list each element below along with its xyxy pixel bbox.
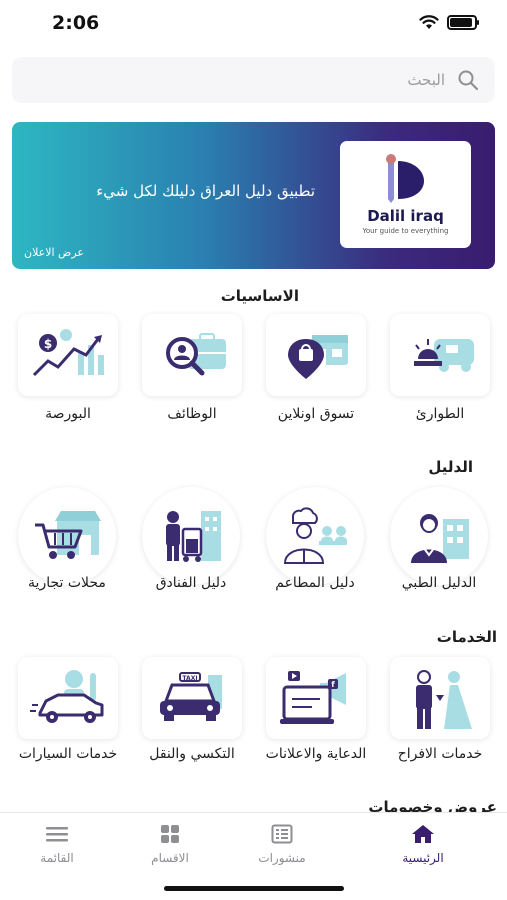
chef-icon (283, 507, 347, 564)
medical-guide-tile[interactable] (390, 487, 488, 585)
home-indicator (164, 886, 344, 891)
emergency-icon (414, 339, 474, 372)
promo-banner[interactable]: تطبيق دليل العراق دليلك لكل شيء عرض الاع… (12, 122, 495, 269)
status-time: 2:06 (52, 12, 100, 34)
basics-section-title: الاساسيات (220, 287, 299, 305)
wifi-icon (419, 15, 439, 29)
search-input[interactable] (65, 66, 445, 94)
online-shopping-icon (288, 335, 348, 379)
dalil-iraq-logo: Dalil iraq Your guide to everything (340, 141, 471, 248)
nav-home-label: الرئيسية (402, 851, 444, 865)
home-icon (412, 825, 434, 843)
menu-icon (46, 827, 68, 842)
online-shopping-label: تسوق اونلاين (277, 406, 355, 422)
doctor-icon (411, 514, 469, 563)
hotels-guide-label: دليل الفنادق (155, 575, 227, 591)
status-bar: 2:06 (0, 0, 507, 48)
posts-icon (271, 824, 293, 844)
restaurants-guide-tile[interactable] (266, 487, 364, 585)
banner-tagline: تطبيق دليل العراق دليلك لكل شيء (96, 182, 315, 200)
hotels-guide-tile[interactable] (142, 487, 240, 585)
restaurants-guide-label: دليل المطاعم (275, 575, 355, 591)
shops-guide-label: محلات تجارية (28, 575, 106, 591)
taxi-icon: TAXI (160, 672, 222, 721)
car-services-label: خدمات السيارات (18, 746, 118, 762)
guide-section-title: الدليل (428, 458, 473, 476)
logo-tagline: Your guide to everything (362, 227, 449, 235)
grid-icon (161, 825, 179, 843)
nav-home[interactable]: الرئيسية (368, 823, 478, 865)
medical-guide-label: الدليل الطبي (401, 575, 477, 591)
advertising-icon: f (280, 671, 346, 724)
hotel-porter-icon (166, 511, 221, 562)
taxi-tile[interactable]: TAXI (142, 657, 242, 739)
jobs-label: الوظائف (167, 406, 217, 422)
advertising-tile[interactable]: f (266, 657, 366, 739)
emergency-label: الطوارئ (415, 406, 465, 422)
nav-categories[interactable]: الاقسام (115, 823, 225, 865)
nav-posts[interactable]: منشورات (227, 823, 337, 865)
svg-text:TAXI: TAXI (182, 675, 197, 682)
shops-guide-tile[interactable] (18, 487, 116, 585)
svg-text:f: f (331, 680, 335, 689)
nav-menu-label: القائمة (40, 851, 74, 865)
jobs-icon (166, 333, 226, 376)
weddings-label: خدمات الافراح (397, 746, 483, 762)
logo-mark-icon (386, 154, 424, 203)
store-cart-icon (35, 511, 101, 559)
wedding-icon (416, 670, 472, 729)
stock-exchange-label: البورصة (45, 406, 91, 422)
view-ad-link[interactable]: عرض الاعلان (24, 246, 84, 259)
search-bar[interactable] (12, 57, 495, 103)
advertising-label: الدعاية والاعلانات (265, 746, 367, 762)
stock-exchange-tile[interactable]: $ (18, 314, 118, 396)
logo-name: Dalil iraq (367, 207, 444, 225)
services-section-title: الخدمات (436, 628, 497, 646)
car-services-tile[interactable] (18, 657, 118, 739)
battery-icon (447, 15, 479, 30)
status-icons (419, 15, 479, 30)
emergency-tile[interactable] (390, 314, 490, 396)
car-service-icon (30, 670, 104, 723)
weddings-tile[interactable] (390, 657, 490, 739)
nav-posts-label: منشورات (258, 851, 306, 865)
nav-menu[interactable]: القائمة (2, 823, 112, 865)
online-shopping-tile[interactable] (266, 314, 366, 396)
search-icon[interactable] (457, 69, 479, 91)
taxi-label: التكسي والنقل (149, 746, 235, 762)
stock-exchange-icon: $ (32, 329, 104, 377)
jobs-tile[interactable] (142, 314, 242, 396)
nav-categories-label: الاقسام (151, 851, 189, 865)
svg-text:$: $ (44, 337, 52, 351)
